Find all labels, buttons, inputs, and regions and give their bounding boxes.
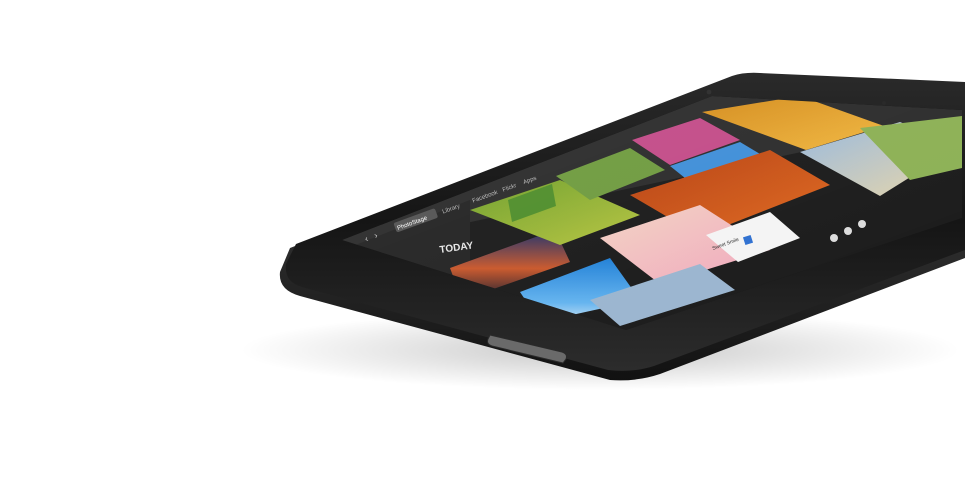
front-camera-icon (706, 89, 712, 95)
tablet-photo-scene: ‹ › PhotoStage Library Facebook Flickr A… (240, 72, 965, 390)
light-sensor-icon (882, 101, 886, 105)
